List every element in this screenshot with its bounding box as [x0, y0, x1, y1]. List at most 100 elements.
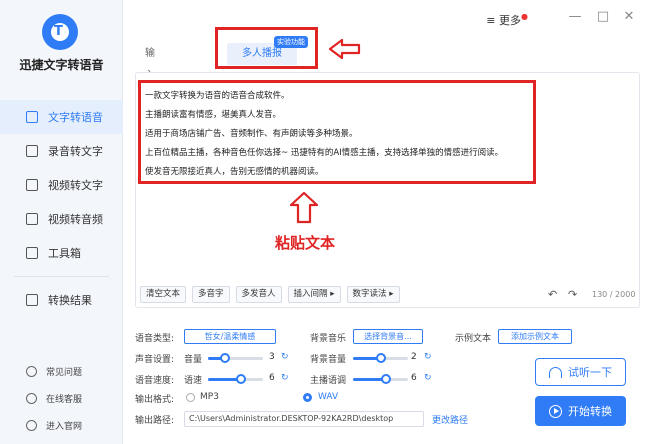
volume-slider[interactable] [208, 353, 263, 363]
sidebar-item-label: 视频转文字 [48, 179, 103, 192]
speed-slider[interactable] [208, 374, 263, 384]
toolbox-icon [26, 247, 38, 259]
speed-value: 6 [269, 373, 275, 383]
website-icon [26, 420, 37, 431]
change-path-link[interactable]: 更改路径 [432, 413, 468, 426]
result-icon [26, 294, 38, 306]
add-example-button[interactable]: 添加示例文本 [498, 329, 572, 344]
pitch-reset-icon[interactable]: ↻ [424, 373, 432, 383]
format-label: 输出格式: [135, 395, 175, 405]
arrow-left-icon [328, 38, 361, 60]
play-icon [549, 404, 562, 418]
insert-pause-button[interactable]: 插入间隔 ▸ [287, 286, 341, 303]
tab-highlight-box [215, 27, 318, 69]
help-links: 常见问题 在线客服 进入官网 [0, 358, 123, 439]
bg-music-select[interactable]: 选择背景音... [353, 329, 423, 344]
text-line: 主播朗读富有情感，堪美真人发音。 [145, 110, 282, 120]
logo-letter: T [54, 24, 63, 39]
redo-icon[interactable]: ↷ [568, 288, 577, 301]
pitch-value: 6 [411, 373, 417, 383]
voice-type-select[interactable]: 哲女/温柔情感 [184, 329, 276, 344]
tab-text-input[interactable]: 输入文字转语音 [135, 43, 165, 191]
sidebar-item-label: 视频转音频 [48, 213, 103, 226]
text-line: 一款文字转换为语音的语音合成软件。 [145, 91, 290, 101]
sidebar-item-label: 录音转文字 [48, 145, 103, 158]
divider [14, 276, 109, 277]
volume-label: 音量 [184, 355, 203, 365]
format-wav-label: WAV [318, 392, 339, 402]
start-label: 开始转换 [568, 405, 612, 418]
polyphone-button[interactable]: 多音字 [192, 286, 230, 303]
output-path-input[interactable]: C:\Users\Administrator.DESKTOP-92KA2RD\d… [184, 411, 424, 427]
sidebar-item-label: 转换结果 [48, 294, 92, 307]
sidebar-nav: 文字转语音 录音转文字 视频转文字 视频转音频 工具箱 转换结果 [0, 100, 123, 317]
title-bar: ≡ 更多● — □ ✕ [123, 0, 650, 36]
listen-button[interactable]: 试听一下 [535, 358, 626, 386]
app-name: 迅捷文字转语音 [19, 58, 104, 72]
bg-volume-value: 2 [411, 352, 417, 362]
speed-label: 语音速度: [135, 376, 175, 386]
sidebar-item-video-to-audio[interactable]: 视频转音频 [0, 202, 123, 236]
undo-icon[interactable]: ↶ [548, 288, 557, 301]
speed-reset-icon[interactable]: ↻ [281, 373, 289, 383]
editor-toolbar: 清空文本 多音字 多发音人 插入间隔 ▸ 数字读法 ▸ [140, 286, 400, 303]
maximize-button[interactable]: □ [596, 10, 610, 24]
record-icon [26, 145, 38, 157]
link-label: 在线客服 [46, 395, 83, 405]
sound-settings-label: 声音设置: [135, 355, 175, 365]
number-reading-button[interactable]: 数字读法 ▸ [346, 286, 400, 303]
example-text-label: 示例文本 [455, 334, 492, 344]
voice-type-label: 语音类型: [135, 334, 175, 344]
notification-dot: ● [521, 12, 528, 21]
question-icon [26, 366, 37, 377]
multi-speaker-button[interactable]: 多发音人 [235, 286, 282, 303]
listen-label: 试听一下 [568, 366, 612, 379]
more-label: 更多 [499, 14, 522, 27]
text-to-speech-icon [26, 111, 38, 123]
sidebar-item-text-to-speech[interactable]: 文字转语音 [0, 100, 123, 134]
text-line: 使发音无限接近真人，告别无感情的机器阅读。 [145, 167, 324, 177]
format-mp3-label: MP3 [200, 392, 219, 402]
text-line: 上百位精品主播，各种音色任你选择~ 迅捷特有的AI情感主播，支持选择单独的情感进… [145, 148, 504, 158]
bg-volume-label: 背景音量 [310, 355, 347, 365]
sidebar-item-label: 工具箱 [48, 247, 81, 260]
volume-value: 3 [269, 352, 275, 362]
char-count: 130 / 2000 [592, 290, 636, 299]
clear-text-button[interactable]: 清空文本 [140, 286, 187, 303]
sidebar-item-record[interactable]: 录音转文字 [0, 134, 123, 168]
more-menu[interactable]: ≡ 更多● [486, 12, 528, 28]
app-logo: T [42, 14, 78, 50]
paste-text-annotation: 粘贴文本 [275, 234, 336, 252]
bg-volume-reset-icon[interactable]: ↻ [424, 352, 432, 362]
output-path-label: 输出路径: [135, 416, 175, 426]
bg-music-label: 背景音乐 [310, 334, 347, 344]
sidebar-item-result[interactable]: 转换结果 [0, 283, 123, 317]
editor-text[interactable]: 一款文字转换为语音的语音合成软件。 主播朗读富有情感，堪美真人发音。 适用于商场… [145, 87, 531, 182]
minimize-button[interactable]: — [568, 10, 582, 24]
sidebar-item-video-to-text[interactable]: 视频转文字 [0, 168, 123, 202]
link-faq[interactable]: 常见问题 [0, 358, 123, 385]
link-label: 进入官网 [46, 422, 83, 432]
speed-sub-label: 语速 [184, 376, 203, 386]
sidebar-item-label: 文字转语音 [48, 111, 103, 124]
link-label: 常见问题 [46, 368, 83, 378]
bg-volume-slider[interactable] [353, 353, 408, 363]
video-audio-icon [26, 213, 38, 225]
format-mp3-radio[interactable] [186, 393, 195, 402]
close-button[interactable]: ✕ [622, 10, 636, 24]
text-line: 适用于商场店铺广告、音频制作、有声朗读等多种场景。 [145, 129, 358, 139]
volume-reset-icon[interactable]: ↻ [281, 352, 289, 362]
pitch-slider[interactable] [353, 374, 408, 384]
more-icon: ≡ [486, 14, 500, 27]
headphone-icon [549, 366, 562, 378]
service-icon [26, 393, 37, 404]
start-convert-button[interactable]: 开始转换 [535, 396, 626, 426]
link-website[interactable]: 进入官网 [0, 412, 123, 439]
link-service[interactable]: 在线客服 [0, 385, 123, 412]
sidebar-item-toolbox[interactable]: 工具箱 [0, 236, 123, 270]
sidebar: T 迅捷文字转语音 文字转语音 录音转文字 视频转文字 视频转音频 工具箱 转换… [0, 0, 123, 444]
arrow-up-icon [289, 191, 319, 224]
format-wav-radio[interactable] [303, 393, 312, 402]
video-icon [26, 179, 38, 191]
pitch-label: 主播语调 [310, 376, 347, 386]
